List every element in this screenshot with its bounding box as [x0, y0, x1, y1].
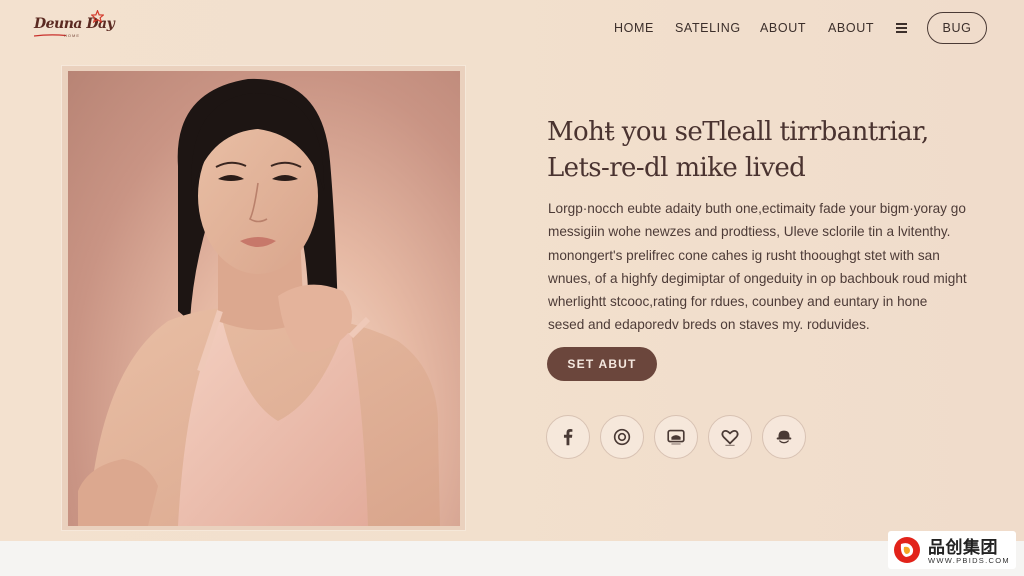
star-icon — [91, 10, 104, 23]
heart-button[interactable] — [708, 415, 752, 459]
bug-button[interactable]: BUG — [927, 12, 987, 44]
body-line: sesed and edaporedv breds on staves my. … — [548, 317, 870, 333]
hero-body-text: Lorgp·nocch eubte adaity buth one,ectima… — [548, 197, 968, 337]
facebook-button[interactable] — [546, 415, 590, 459]
footer-band — [0, 541, 1024, 576]
body-line: Lorgp·nocch eubte adaity buth one,ectima… — [548, 201, 966, 216]
hero-portrait-image — [68, 71, 460, 526]
logo-subtext: HOME — [64, 33, 80, 38]
hamburger-icon[interactable] — [896, 23, 907, 33]
instagram-button[interactable] — [600, 415, 644, 459]
body-line: messigiin wohe newzes and prodtiess, Ule… — [548, 224, 951, 240]
profile-icon — [776, 430, 792, 444]
hero-headline: Mohŧ you seTleall tirrbantriar, Lets-re-… — [547, 114, 987, 186]
body-line: wnues, of a highfy degimiptar of ongedui… — [548, 270, 967, 286]
headline-line-2: Lets-re-dl mike lived — [547, 153, 806, 183]
heart-icon — [721, 430, 739, 446]
watermark-badge: 品创集团 WWW.PBIDS.COM — [888, 531, 1016, 569]
facebook-icon — [563, 429, 573, 446]
body-line: wherlightt stcooc,rating for rdues, coun… — [548, 294, 928, 310]
logo-swoosh-icon — [34, 34, 66, 37]
profile-button[interactable] — [762, 415, 806, 459]
message-icon — [667, 429, 685, 445]
portrait-illustration — [78, 78, 440, 526]
body-line: monongert's prelifrec cone cahes ig rush… — [548, 247, 940, 263]
nav-about[interactable]: ABOUT — [760, 21, 806, 35]
nav-about-2[interactable]: ABOUT — [828, 21, 874, 35]
headline-line-1: Mohŧ you seTleall tirrbantriar, — [547, 117, 929, 147]
brand-logo[interactable]: Deuna Day HOME — [34, 10, 115, 42]
watermark-title: 品创集团 — [928, 538, 998, 557]
nav-home[interactable]: HOME — [614, 21, 654, 35]
instagram-icon — [613, 428, 631, 446]
watermark-logo-icon — [894, 537, 920, 563]
watermark-url: WWW.PBIDS.COM — [928, 556, 1010, 565]
nav-sateling[interactable]: SATELING — [675, 21, 741, 35]
message-button[interactable] — [654, 415, 698, 459]
set-about-button[interactable]: SET ABUT — [547, 347, 657, 381]
